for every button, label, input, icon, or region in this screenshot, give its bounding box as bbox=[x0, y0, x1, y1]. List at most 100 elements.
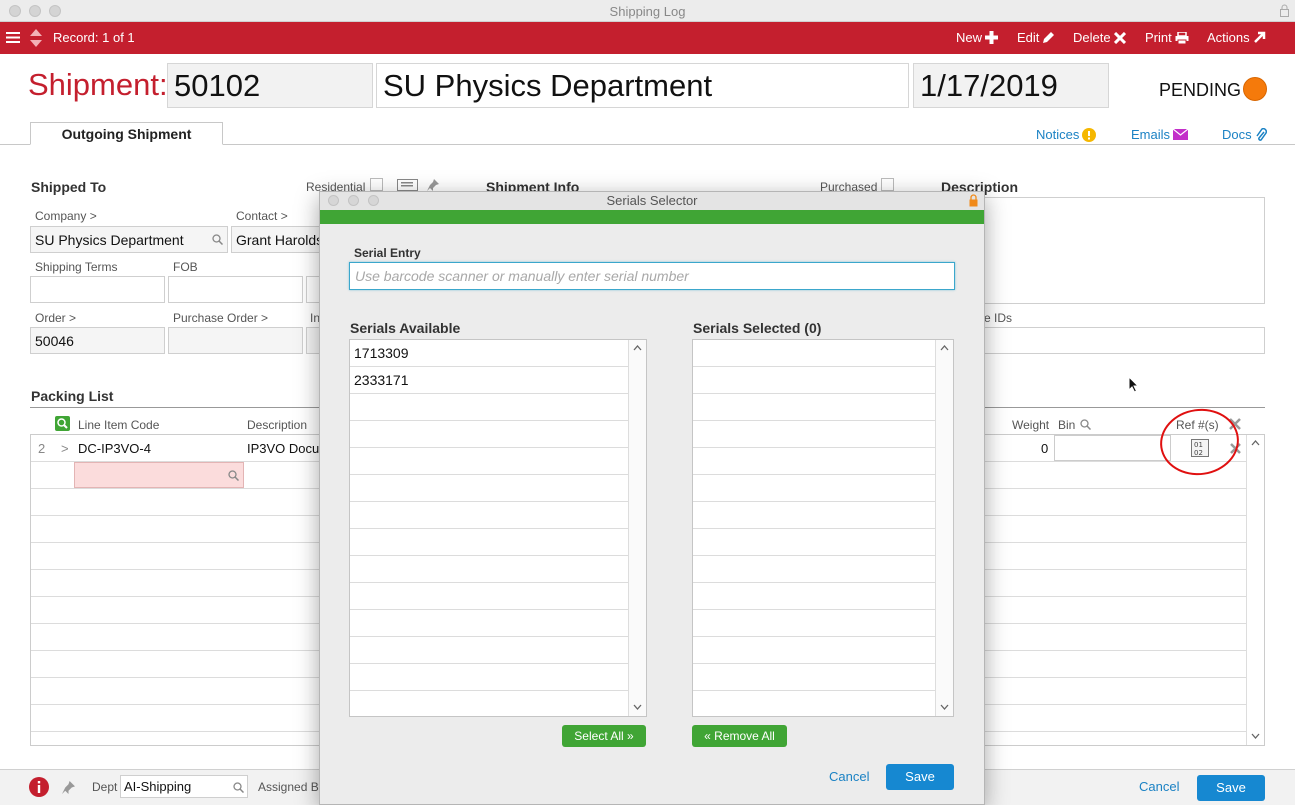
double-chevron-right-icon: » bbox=[627, 729, 634, 743]
delete-label: Delete bbox=[1073, 30, 1111, 45]
list-item bbox=[693, 367, 936, 394]
shipping-terms-label: Shipping Terms bbox=[35, 260, 118, 274]
list-item bbox=[693, 394, 936, 421]
modal-title: Serials Selector bbox=[320, 192, 984, 210]
col-bin: Bin bbox=[1058, 418, 1076, 432]
notices-link[interactable]: Notices bbox=[1036, 127, 1097, 142]
shipment-date-field[interactable]: 1/17/2019 bbox=[913, 63, 1109, 108]
modal-save-button[interactable]: Save bbox=[886, 764, 954, 790]
serial-entry-input[interactable]: Use barcode scanner or manually enter se… bbox=[349, 262, 955, 290]
ids-field[interactable] bbox=[936, 327, 1265, 354]
select-all-button[interactable]: Select All » bbox=[562, 725, 646, 747]
row-bin-field[interactable] bbox=[1054, 435, 1171, 461]
contact-field[interactable]: Grant Harolds bbox=[231, 226, 323, 253]
new-button[interactable]: New bbox=[956, 30, 999, 45]
modal-zoom-button[interactable] bbox=[368, 195, 379, 206]
x-icon bbox=[1113, 31, 1126, 44]
serials-available-list: 1713309 2333171 bbox=[349, 339, 647, 717]
fob-field[interactable] bbox=[168, 276, 303, 303]
emails-link[interactable]: Emails bbox=[1131, 127, 1189, 142]
dept-label: Dept bbox=[92, 780, 118, 794]
remove-all-label: Remove All bbox=[714, 729, 775, 743]
cancel-button[interactable]: Cancel bbox=[1139, 779, 1179, 794]
shipping-terms-field[interactable] bbox=[30, 276, 165, 303]
chevron-down-icon[interactable] bbox=[633, 704, 642, 710]
hamburger-menu-icon[interactable] bbox=[6, 31, 20, 44]
description-textarea[interactable] bbox=[936, 197, 1265, 304]
list-item bbox=[350, 394, 629, 421]
col-weight: Weight bbox=[1012, 418, 1050, 432]
serials-selected-label: Serials Selected (0) bbox=[693, 320, 822, 336]
grid-search-icon[interactable] bbox=[55, 416, 70, 431]
delete-button[interactable]: Delete bbox=[1073, 30, 1126, 45]
modal-minimize-button[interactable] bbox=[348, 195, 359, 206]
order-label[interactable]: Order > bbox=[35, 311, 76, 325]
shipment-company-field[interactable]: SU Physics Department bbox=[376, 63, 909, 108]
remove-all-button[interactable]: « Remove All bbox=[692, 725, 787, 747]
envelope-icon bbox=[1173, 129, 1189, 140]
purchased-checkbox[interactable] bbox=[881, 178, 894, 191]
pin-icon[interactable] bbox=[62, 781, 75, 794]
new-line-item-field[interactable] bbox=[74, 462, 244, 488]
actions-label: Actions bbox=[1207, 30, 1250, 45]
chevron-up-icon[interactable] bbox=[1251, 440, 1260, 446]
company-field[interactable]: SU Physics Department bbox=[30, 226, 228, 253]
row-weight[interactable]: 0 bbox=[1041, 441, 1048, 456]
row-description[interactable]: IP3VO Docu bbox=[247, 441, 319, 456]
shipment-label: Shipment: bbox=[28, 67, 168, 102]
docs-link[interactable]: Docs bbox=[1222, 127, 1267, 142]
address-card-icon[interactable] bbox=[397, 179, 418, 191]
modal-close-button[interactable] bbox=[328, 195, 339, 206]
shipping-field-partial[interactable] bbox=[306, 276, 320, 303]
dept-field[interactable]: AI-Shipping bbox=[120, 775, 248, 798]
pin-icon[interactable] bbox=[427, 179, 439, 191]
list-item bbox=[693, 448, 936, 475]
printer-icon bbox=[1175, 31, 1189, 44]
list-item[interactable]: 2333171 bbox=[350, 367, 629, 394]
list-item bbox=[693, 421, 936, 448]
print-button[interactable]: Print bbox=[1145, 30, 1189, 45]
edit-button[interactable]: Edit bbox=[1017, 30, 1055, 45]
chevron-up-icon[interactable] bbox=[633, 345, 642, 351]
order-field[interactable]: 50046 bbox=[30, 327, 165, 354]
list-item bbox=[350, 664, 629, 691]
status-text: PENDING bbox=[1159, 80, 1242, 100]
actions-button[interactable]: Actions bbox=[1207, 30, 1266, 45]
modal-cancel-button[interactable]: Cancel bbox=[829, 769, 869, 784]
row-line-item-code[interactable]: DC-IP3VO-4 bbox=[78, 441, 151, 456]
grid-scrollbar[interactable] bbox=[1246, 435, 1264, 745]
list-item bbox=[693, 475, 936, 502]
in-field-partial[interactable] bbox=[306, 327, 320, 354]
company-label[interactable]: Company > bbox=[35, 209, 97, 223]
fob-label: FOB bbox=[173, 260, 198, 274]
ids-label-partial: e IDs bbox=[984, 311, 1013, 325]
residential-checkbox[interactable] bbox=[370, 178, 383, 191]
list-item bbox=[693, 529, 936, 556]
purchase-order-field[interactable] bbox=[168, 327, 303, 354]
list-item bbox=[350, 448, 629, 475]
chevron-up-icon[interactable] bbox=[940, 345, 949, 351]
notices-label: Notices bbox=[1036, 127, 1080, 142]
purchase-order-label[interactable]: Purchase Order > bbox=[173, 311, 268, 325]
record-navigator-icon[interactable] bbox=[29, 28, 43, 48]
available-scrollbar[interactable] bbox=[628, 340, 646, 716]
save-button[interactable]: Save bbox=[1197, 775, 1265, 801]
chevron-down-icon[interactable] bbox=[940, 704, 949, 710]
external-arrow-icon bbox=[1253, 31, 1265, 43]
serials-selector-dialog: Serials Selector Serial Entry Use barcod… bbox=[319, 191, 985, 805]
line-item-search-icon[interactable] bbox=[228, 470, 239, 481]
chevron-down-icon[interactable] bbox=[1251, 733, 1260, 739]
contact-label[interactable]: Contact > bbox=[236, 209, 288, 223]
info-icon[interactable] bbox=[29, 777, 49, 797]
list-item bbox=[350, 583, 629, 610]
row-expand-icon[interactable]: > bbox=[61, 441, 69, 456]
shipment-number-field[interactable]: 50102 bbox=[167, 63, 373, 108]
tab-outgoing-shipment[interactable]: Outgoing Shipment bbox=[30, 122, 223, 145]
dept-search-icon[interactable] bbox=[233, 782, 244, 793]
bin-search-icon[interactable] bbox=[1080, 419, 1091, 430]
list-item[interactable]: 1713309 bbox=[350, 340, 629, 367]
selected-scrollbar[interactable] bbox=[935, 340, 953, 716]
search-icon[interactable] bbox=[212, 234, 223, 245]
print-label: Print bbox=[1145, 30, 1172, 45]
shipped-to-title: Shipped To bbox=[31, 179, 107, 195]
